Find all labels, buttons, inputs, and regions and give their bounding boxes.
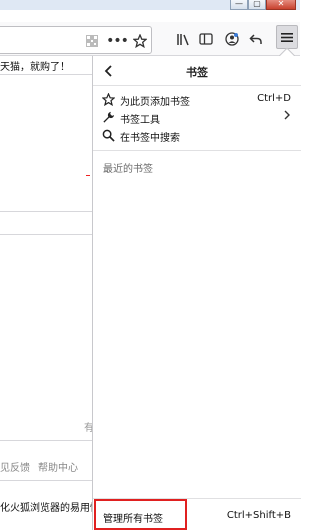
- footer-link-feedback[interactable]: 见反馈: [0, 459, 30, 474]
- chevron-right-icon: [283, 109, 291, 124]
- menu-item-label: 在书签中搜索: [120, 133, 180, 144]
- panel-title: 书签: [186, 66, 208, 79]
- menu-item-shortcut: Ctrl+Shift+B: [226, 510, 291, 521]
- page-divider: [0, 74, 92, 75]
- page-red-mark: [86, 175, 90, 176]
- sidebar-icon[interactable]: [197, 30, 215, 48]
- bookmark-star-icon[interactable]: [131, 32, 149, 50]
- library-icon[interactable]: [174, 30, 192, 48]
- menu-item-bookmark-this-page[interactable]: 为此页添加书签 Ctrl+D: [93, 90, 301, 108]
- wrench-icon: [101, 110, 115, 124]
- account-icon[interactable]: [223, 30, 241, 48]
- page-text-fragment: 天猫，就购了！: [0, 62, 70, 73]
- star-icon: [101, 92, 115, 106]
- menu-separator: [93, 150, 301, 151]
- footer-link-help-center[interactable]: 帮助中心: [38, 459, 78, 474]
- hamburger-menu-button[interactable]: [276, 25, 298, 49]
- search-icon: [101, 128, 115, 142]
- page-divider: [0, 480, 92, 481]
- qr-code-icon[interactable]: [84, 33, 100, 49]
- menu-item-shortcut: Ctrl+D: [257, 93, 291, 104]
- menu-item-label: 为此页添加书签: [120, 97, 190, 108]
- more-dots-icon[interactable]: •••: [106, 32, 129, 50]
- recent-bookmarks-label: 最近的书签: [103, 164, 153, 175]
- close-window-button[interactable]: ✕: [266, 0, 296, 10]
- undo-icon[interactable]: [247, 30, 265, 48]
- hamburger-menu-icon: [281, 28, 293, 47]
- page-divider: [0, 234, 92, 235]
- page-divider: [0, 440, 92, 441]
- web-page-content: 天猫，就购了！ 有 见反馈 帮助中心 化火狐浏览器的易用性: [0, 56, 100, 530]
- bookmarks-panel: 书签 为此页添加书签 Ctrl+D 书签工具 在书签中搜索 最近的书签 管理所有…: [92, 56, 301, 530]
- panel-header: 书签: [93, 56, 301, 86]
- menu-item-label: 书签工具: [120, 115, 160, 126]
- page-bottom-fragment: 化火狐浏览器的易用性: [0, 503, 100, 514]
- navigation-toolbar: •••: [0, 22, 300, 56]
- page-divider: [0, 211, 92, 212]
- url-bar[interactable]: •••: [0, 26, 152, 54]
- menu-item-search-bookmarks[interactable]: 在书签中搜索: [93, 126, 301, 144]
- highlight-box: [94, 499, 187, 530]
- maximize-button[interactable]: ▢: [248, 0, 266, 10]
- minimize-button[interactable]: —: [230, 0, 248, 10]
- menu-item-bookmark-tools[interactable]: 书签工具: [93, 108, 301, 126]
